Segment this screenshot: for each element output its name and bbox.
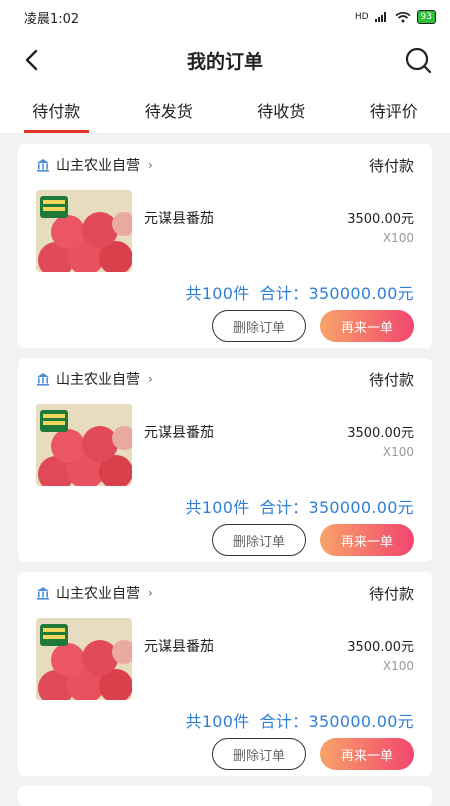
- order-status: 待付款: [369, 583, 414, 604]
- product-quantity: X100: [347, 445, 414, 459]
- order-status: 待付款: [369, 155, 414, 176]
- store-icon: [36, 158, 50, 172]
- delete-order-button[interactable]: 删除订单: [212, 310, 306, 342]
- item-count: 共100件: [186, 284, 250, 303]
- order-actions: 删除订单 再来一单: [36, 524, 414, 556]
- product-price: 3500.00元: [347, 208, 414, 227]
- status-time: 凌晨1:02: [24, 8, 79, 27]
- tab-pending-receipt[interactable]: 待收货: [225, 86, 338, 133]
- product-quantity: X100: [347, 659, 414, 673]
- order-card[interactable]: 山主农业自营 › 待付款: [18, 572, 432, 776]
- delete-order-button[interactable]: 删除订单: [212, 738, 306, 770]
- product-row[interactable]: 元谋县番茄 3500.00元 X100: [36, 190, 414, 272]
- product-quantity: X100: [347, 231, 414, 245]
- product-row[interactable]: 元谋县番茄 3500.00元 X100: [36, 618, 414, 700]
- delete-order-button[interactable]: 删除订单: [212, 524, 306, 556]
- status-icons: HD 93: [355, 10, 436, 24]
- wifi-icon: [395, 12, 411, 23]
- battery-icon: 93: [417, 10, 436, 24]
- product-image: [36, 404, 132, 486]
- store-name: 山主农业自营: [56, 583, 140, 603]
- store-link[interactable]: 山主农业自营 ›: [36, 155, 153, 175]
- order-actions: 删除订单 再来一单: [36, 310, 414, 342]
- total-amount: 合计：350000.00元: [260, 284, 414, 303]
- order-total: 共100件合计：350000.00元: [36, 280, 414, 304]
- store-link[interactable]: 山主农业自营 ›: [36, 583, 153, 603]
- item-count: 共100件: [186, 712, 250, 731]
- reorder-button[interactable]: 再来一单: [320, 310, 414, 342]
- total-amount: 合计：350000.00元: [260, 712, 414, 731]
- product-name: 元谋县番茄: [144, 636, 214, 700]
- signal-icon: [375, 12, 389, 22]
- store-name: 山主农业自营: [56, 369, 140, 389]
- tab-pending-review[interactable]: 待评价: [338, 86, 450, 133]
- back-arrow-icon[interactable]: [18, 46, 46, 74]
- item-count: 共100件: [186, 498, 250, 517]
- reorder-button[interactable]: 再来一单: [320, 524, 414, 556]
- reorder-button[interactable]: 再来一单: [320, 738, 414, 770]
- nav-bar: 我的订单: [0, 34, 450, 86]
- product-name: 元谋县番茄: [144, 208, 214, 272]
- product-image: [36, 190, 132, 272]
- order-total: 共100件合计：350000.00元: [36, 494, 414, 518]
- product-name: 元谋县番茄: [144, 422, 214, 486]
- page-title: 我的订单: [0, 47, 450, 74]
- order-card[interactable]: 山主农业自营 › 待付款: [18, 358, 432, 562]
- order-list: 山主农业自营 › 待付款: [0, 134, 450, 806]
- status-bar: 凌晨1:02 HD 93: [0, 0, 450, 34]
- tab-pending-shipment[interactable]: 待发货: [113, 86, 226, 133]
- store-name: 山主农业自营: [56, 155, 140, 175]
- total-amount: 合计：350000.00元: [260, 498, 414, 517]
- product-image: [36, 618, 132, 700]
- signal-label: HD: [355, 12, 369, 22]
- order-card[interactable]: 山主农业自营 › 待付款: [18, 144, 432, 348]
- order-tabs: 待付款 待发货 待收货 待评价: [0, 86, 450, 134]
- product-row[interactable]: 元谋县番茄 3500.00元 X100: [36, 404, 414, 486]
- store-link[interactable]: 山主农业自营 ›: [36, 369, 153, 389]
- order-actions: 删除订单 再来一单: [36, 738, 414, 770]
- chevron-right-icon: ›: [148, 372, 153, 386]
- store-icon: [36, 586, 50, 600]
- product-price: 3500.00元: [347, 636, 414, 655]
- order-status: 待付款: [369, 369, 414, 390]
- order-total: 共100件合计：350000.00元: [36, 708, 414, 732]
- chevron-right-icon: ›: [148, 586, 153, 600]
- search-icon[interactable]: [404, 46, 432, 74]
- order-card-partial: [18, 786, 432, 806]
- tab-pending-payment[interactable]: 待付款: [0, 86, 113, 133]
- chevron-right-icon: ›: [148, 158, 153, 172]
- store-icon: [36, 372, 50, 386]
- product-price: 3500.00元: [347, 422, 414, 441]
